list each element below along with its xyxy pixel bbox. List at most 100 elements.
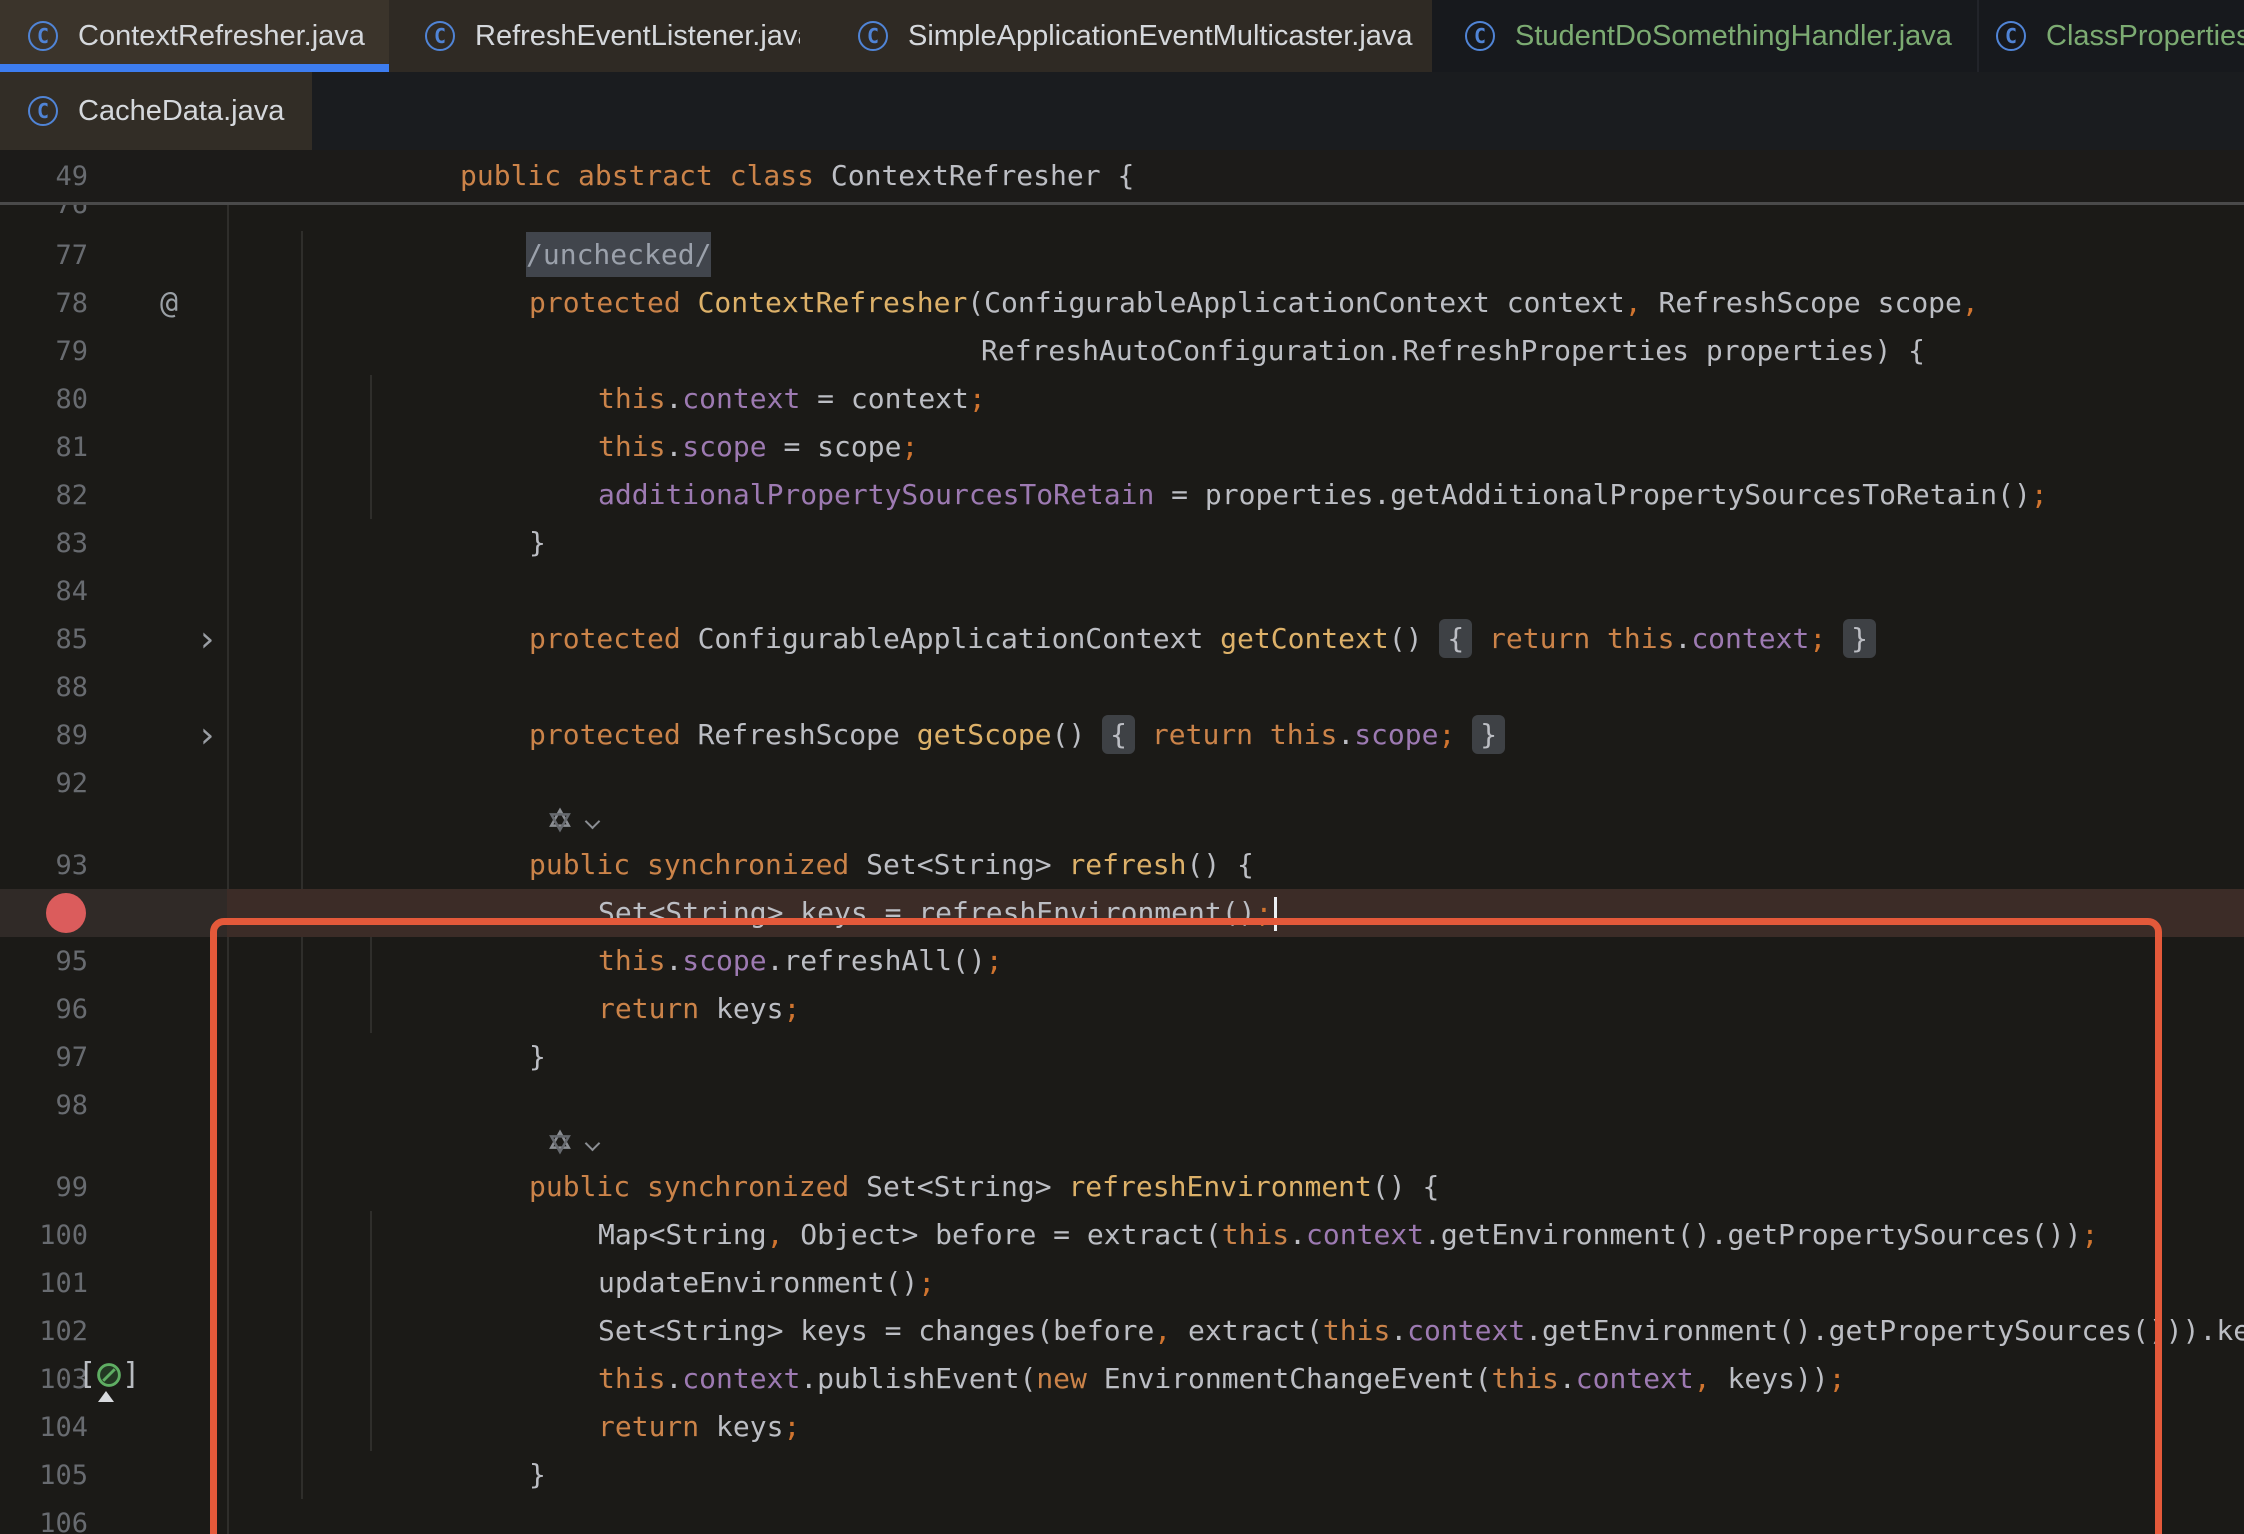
folded-brace-chip[interactable]: { <box>1439 619 1472 658</box>
code-token: updateEnvironment() <box>598 1266 918 1299</box>
tab-simpleapplicationeventmulticaster[interactable]: C SimpleApplicationEventMulticaster.java <box>800 0 1432 72</box>
gutter-cell[interactable] <box>0 889 227 937</box>
line-number: 104 <box>39 1403 88 1451</box>
gutter-cell[interactable]: 95 <box>0 937 227 985</box>
method-actions-icon[interactable] <box>545 1129 575 1163</box>
chevron-down-icon[interactable] <box>585 813 601 829</box>
code-text: Set<String> keys = refreshEnvironment(); <box>227 889 2244 937</box>
gutter-cell[interactable]: 81 <box>0 423 227 471</box>
code-token: protected <box>529 286 681 319</box>
code-token: ; <box>2031 478 2048 511</box>
code-line: 92 <box>0 759 2244 807</box>
code-line: 49public abstract class ContextRefresher… <box>0 150 2244 202</box>
code-text: Set<String> keys = changes(before, extra… <box>227 1307 2244 1355</box>
code-text <box>227 663 2244 711</box>
line-number: 101 <box>39 1259 88 1307</box>
fold-arrow-icon[interactable]: › <box>196 615 218 663</box>
code-token: context <box>1576 1362 1694 1395</box>
gutter-cell[interactable]: 85› <box>0 615 227 663</box>
folded-suppress-warnings[interactable]: /unchecked/ <box>526 232 711 277</box>
code-line: 106 <box>0 1499 2244 1534</box>
code-line: 78@protected ContextRefresher(Configurab… <box>0 279 2244 327</box>
code-editor[interactable]: 7677/unchecked/78@protected ContextRefre… <box>0 150 2244 1534</box>
gutter-cell[interactable]: 105 <box>0 1451 227 1499</box>
code-token: keys <box>699 992 783 1025</box>
code-token: ; <box>1809 622 1826 655</box>
code-token: ; <box>901 430 918 463</box>
code-token: return this <box>1152 718 1337 751</box>
gutter-cell[interactable]: 106 <box>0 1499 227 1534</box>
code-token: context <box>1407 1314 1525 1347</box>
code-token: ; <box>918 1266 935 1299</box>
gutter-cell[interactable]: 79 <box>0 327 227 375</box>
code-token: () <box>1052 718 1103 751</box>
code-token: , <box>1694 1362 1711 1395</box>
gutter-cell[interactable]: 80 <box>0 375 227 423</box>
gutter-cell[interactable]: 92 <box>0 759 227 807</box>
gutter-cell[interactable]: 103[] <box>0 1355 227 1403</box>
gutter-cell[interactable]: 49 <box>0 150 227 202</box>
gutter-cell[interactable] <box>0 807 227 841</box>
breakpoint-dot[interactable] <box>46 893 86 933</box>
code-token: () { <box>1372 1170 1439 1203</box>
gutter-cell[interactable] <box>0 1129 227 1163</box>
gutter-cell[interactable]: 82 <box>0 471 227 519</box>
line-number: 49 <box>55 150 88 202</box>
code-token: () <box>1389 622 1440 655</box>
gutter-cell[interactable]: 98 <box>0 1081 227 1129</box>
code-token: scope <box>682 430 766 463</box>
gutter-cell[interactable]: 76 <box>0 205 227 231</box>
gutter-cell[interactable]: 77 <box>0 231 227 279</box>
code-token: refresh <box>1068 848 1186 881</box>
code-text: protected ConfigurableApplicationContext… <box>227 615 2244 663</box>
code-text <box>227 567 2244 615</box>
folded-brace-chip[interactable]: { <box>1102 715 1135 754</box>
gutter-cell[interactable]: 99 <box>0 1163 227 1211</box>
tab-refresheventlistener[interactable]: C RefreshEventListener.java <box>389 0 800 72</box>
line-number: 89 <box>55 711 88 759</box>
gutter-cell[interactable]: 100 <box>0 1211 227 1259</box>
gutter-cell[interactable]: 78@ <box>0 279 227 327</box>
tab-classproperties[interactable]: C ClassProperties.ja <box>1977 0 2244 72</box>
code-token: this <box>1491 1362 1558 1395</box>
code-line: 85›protected ConfigurableApplicationCont… <box>0 615 2244 663</box>
chevron-down-icon[interactable] <box>585 1135 601 1151</box>
gutter-cell[interactable]: 84 <box>0 567 227 615</box>
gutter-cell[interactable]: 88 <box>0 663 227 711</box>
code-line: 102Set<String> keys = changes(before, ex… <box>0 1307 2244 1355</box>
code-text: return keys; <box>227 1403 2244 1451</box>
code-line: 96return keys; <box>0 985 2244 1033</box>
code-token: additionalPropertySourcesToRetain <box>598 478 1154 511</box>
tab-studentdosomethinghandler[interactable]: C StudentDoSomethingHandler.java <box>1432 0 1977 72</box>
code-token: ; <box>783 1410 800 1443</box>
gutter-cell[interactable]: 104 <box>0 1403 227 1451</box>
code-line: 101 updateEnvironment(); <box>0 1259 2244 1307</box>
code-token <box>681 286 698 319</box>
java-class-icon: C <box>858 21 888 51</box>
line-number: 81 <box>55 423 88 471</box>
code-text <box>227 205 2244 231</box>
folded-brace-chip[interactable]: } <box>1472 715 1505 754</box>
gutter-cell[interactable]: 101 <box>0 1259 227 1307</box>
gutter-cell[interactable]: 102 <box>0 1307 227 1355</box>
gutter-cell[interactable]: 93 <box>0 841 227 889</box>
fold-arrow-icon[interactable]: › <box>196 711 218 759</box>
code-token: refreshEnvironment <box>1068 1170 1371 1203</box>
gutter-cell[interactable]: 83 <box>0 519 227 567</box>
tab-contextrefresher[interactable]: C ContextRefresher.java ✕ <box>0 0 389 72</box>
code-line: 104 return keys; <box>0 1403 2244 1451</box>
code-line: 84 <box>0 567 2244 615</box>
code-token: ; <box>783 992 800 1025</box>
method-actions-icon[interactable] <box>545 807 575 841</box>
tab-cachedata[interactable]: C CacheData.java <box>0 72 312 150</box>
gutter-cell[interactable]: 97 <box>0 1033 227 1081</box>
code-token: context <box>1691 622 1809 655</box>
folded-brace-chip[interactable]: } <box>1843 619 1876 658</box>
code-line: 93public synchronized Set<String> refres… <box>0 841 2244 889</box>
publish-event-gutter-icon[interactable]: [] <box>78 1357 140 1392</box>
gutter-cell[interactable]: 89 › <box>0 711 227 759</box>
code-token: , <box>767 1218 784 1251</box>
code-token: = scope <box>767 430 902 463</box>
code-token: , <box>1625 286 1642 319</box>
gutter-cell[interactable]: 96 <box>0 985 227 1033</box>
